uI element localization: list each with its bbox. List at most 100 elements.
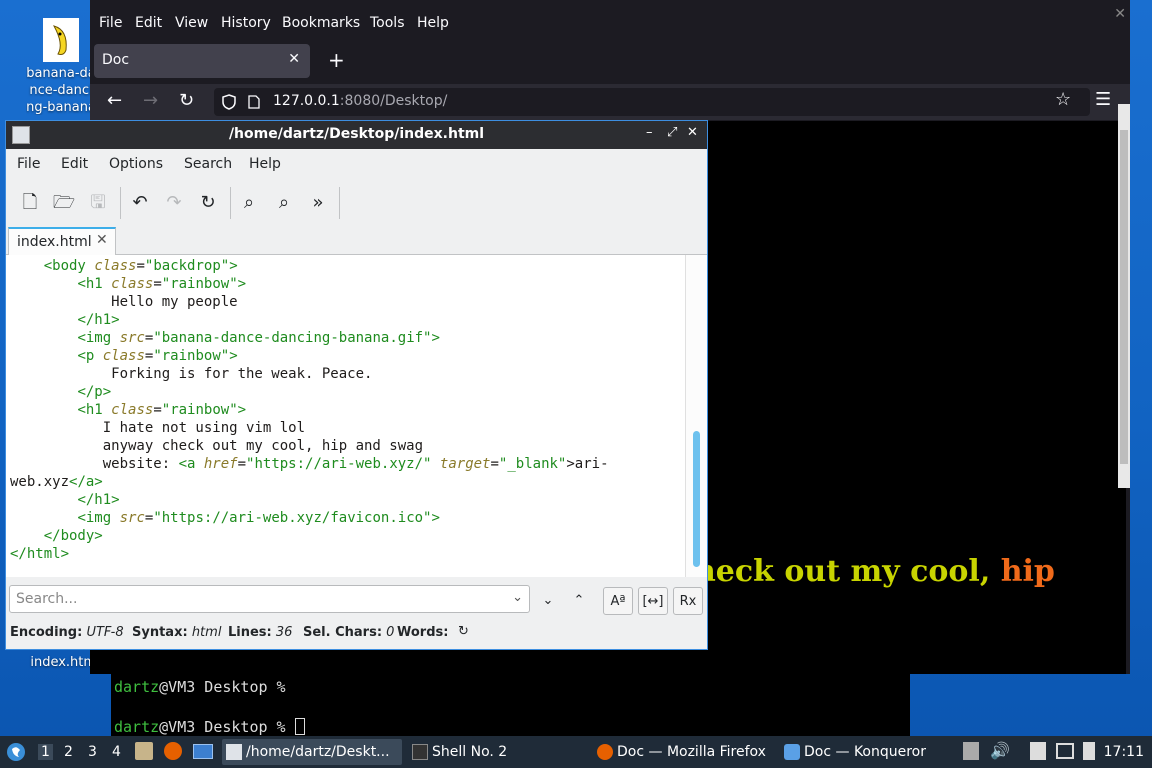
menu-file[interactable]: File	[17, 156, 40, 172]
battery-icon[interactable]	[1083, 742, 1095, 760]
task-firefox[interactable]: Doc — Mozilla Firefox	[593, 739, 775, 765]
find-next-icon[interactable]: ⌄	[533, 587, 563, 615]
bookmark-star-icon[interactable]: ☆	[1055, 89, 1071, 110]
code-line: Forking is for the weak. Peace.	[10, 366, 373, 382]
close-icon[interactable]: ✕	[687, 125, 698, 140]
refresh-icon[interactable]: ↻	[458, 624, 469, 639]
code-line: <img src="https://ari-web.xyz/favicon.ic…	[77, 510, 440, 526]
more-actions-icon[interactable]: »	[306, 191, 330, 215]
redo-icon: ↷	[166, 192, 182, 213]
search-bar: Search... ⌄ ⌄ ⌃ Aª [↔] Rx	[6, 579, 707, 619]
workspace-3[interactable]: 3	[88, 744, 97, 760]
scrollbar-thumb[interactable]	[693, 431, 700, 567]
task-editor[interactable]: /home/dartz/Deskt...	[222, 739, 402, 765]
terminal-window[interactable]: dartz@VM3 Desktop % dartz@VM3 Desktop %	[111, 672, 910, 740]
taskbar: 1 2 3 4 /home/dartz/Deskt... Shell No. 2…	[0, 736, 1152, 768]
close-icon[interactable]: ✕	[1114, 6, 1126, 22]
menu-view[interactable]: View	[175, 15, 208, 31]
terminal-cursor	[294, 718, 305, 735]
match-case-icon[interactable]: Aª	[603, 587, 633, 615]
menu-options[interactable]: Options	[109, 156, 163, 172]
tray-display-icon[interactable]	[1056, 743, 1074, 759]
undo-icon[interactable]: ↶	[128, 191, 152, 215]
show-desktop-icon[interactable]	[193, 744, 213, 759]
hamburger-menu-icon[interactable]: ☰	[1095, 89, 1111, 110]
status-lines: Lines: 36	[228, 625, 293, 640]
scrollbar-thumb[interactable]	[1120, 130, 1128, 464]
menu-bookmarks[interactable]: Bookmarks	[282, 15, 360, 31]
status-bar: Encoding: UTF-8 Syntax: html Lines: 36 S…	[6, 621, 707, 647]
desktop-icon-banana-gif[interactable]: banana-dance-dancing-banana	[26, 18, 96, 115]
menu-edit[interactable]: Edit	[61, 156, 88, 172]
tab-label: index.html	[17, 234, 92, 250]
open-folder-icon[interactable]: 🗁	[52, 191, 76, 215]
code-line: Hello my people	[10, 294, 238, 310]
code-editor[interactable]: <body class="backdrop"> <h1 class="rainb…	[6, 255, 685, 577]
code-line: anyway check out my cool, hip and swag	[10, 438, 424, 454]
find-icon[interactable]: ⌕	[237, 191, 261, 215]
rainbow-heading: heck out my cool, hip	[694, 554, 1055, 589]
editor-toolbar: 🗋 🗁 🖫 ↶ ↷ ↻ ⌕ ⌕ »	[6, 179, 707, 227]
search-input[interactable]: Search... ⌄	[9, 585, 530, 613]
code-line: <img src="banana-dance-dancing-banana.gi…	[77, 330, 440, 346]
tab-close-icon[interactable]: ✕	[96, 232, 108, 248]
workspace-2[interactable]: 2	[64, 744, 73, 760]
editor-titlebar[interactable]: /home/dartz/Desktop/index.html – ⤢ ✕	[6, 121, 707, 149]
menu-search[interactable]: Search	[184, 156, 232, 172]
maximize-icon[interactable]: ⤢	[667, 125, 677, 140]
editor-window[interactable]: /home/dartz/Desktop/index.html – ⤢ ✕ Fil…	[5, 120, 708, 650]
menu-help[interactable]: Help	[249, 156, 281, 172]
terminal-icon	[412, 744, 428, 760]
status-words: Words:	[397, 625, 449, 640]
task-shell[interactable]: Shell No. 2	[408, 739, 588, 765]
regex-icon[interactable]: Rx	[673, 587, 703, 615]
chevron-down-icon[interactable]: ⌄	[512, 590, 523, 605]
menu-tools[interactable]: Tools	[370, 15, 405, 31]
tray-clipboard-icon[interactable]	[963, 742, 979, 760]
code-line: I hate not using vim lol	[10, 420, 306, 436]
task-konqueror[interactable]: Doc — Konqueror	[780, 739, 950, 765]
desktop-icon-label: banana-dance-dancing-banana	[26, 66, 96, 115]
find-replace-icon[interactable]: ⌕	[272, 191, 296, 215]
tab-close-icon[interactable]: ✕	[288, 51, 300, 67]
toolbar-separator	[120, 187, 121, 219]
firefox-icon	[597, 744, 613, 760]
back-icon[interactable]: ←	[107, 90, 122, 111]
konqueror-icon	[784, 744, 800, 760]
new-tab-icon[interactable]: +	[328, 48, 345, 72]
start-menu-icon[interactable]	[6, 742, 26, 762]
reload-icon[interactable]: ↻	[179, 90, 194, 111]
new-file-icon[interactable]: 🗋	[18, 191, 42, 215]
page-icon	[248, 95, 260, 109]
status-encoding: Encoding: UTF-8	[10, 625, 124, 640]
minimize-icon[interactable]: –	[646, 125, 653, 140]
tray-notes-icon[interactable]	[1030, 742, 1046, 760]
workspace-4[interactable]: 4	[112, 744, 121, 760]
shield-icon[interactable]	[222, 94, 236, 110]
editor-scrollbar[interactable]	[685, 255, 707, 577]
find-previous-icon[interactable]: ⌃	[564, 587, 594, 615]
toolbar-separator	[230, 187, 231, 219]
firefox-launcher-icon[interactable]	[164, 742, 182, 760]
page-scrollbar[interactable]	[1118, 104, 1130, 488]
menu-file[interactable]: File	[99, 15, 122, 31]
code-line: <h1 class="rainbow">	[77, 276, 247, 292]
url-bar[interactable]: 127.0.0.1:8080/Desktop/	[214, 88, 1090, 116]
menu-edit[interactable]: Edit	[135, 15, 162, 31]
tab-index-html[interactable]: index.html ✕	[8, 227, 116, 255]
reload-icon[interactable]: ↻	[196, 191, 220, 215]
volume-icon[interactable]: 🔊	[990, 741, 1010, 760]
menu-help[interactable]: Help	[417, 15, 449, 31]
whole-words-icon[interactable]: [↔]	[638, 587, 668, 615]
browser-tab[interactable]: Doc ✕	[94, 44, 310, 78]
code-line: <p class="rainbow">	[77, 348, 238, 364]
code-line: <body class="backdrop">	[43, 258, 238, 274]
editor-tabbar: index.html ✕	[6, 227, 707, 255]
menu-history[interactable]: History	[221, 15, 271, 31]
workspace-1[interactable]: 1	[38, 744, 53, 760]
banana-gif-thumbnail	[43, 18, 79, 62]
clock[interactable]: 17:11	[1104, 744, 1144, 760]
save-icon: 🖫	[90, 192, 106, 213]
file-manager-icon[interactable]	[135, 742, 153, 760]
url-text: 127.0.0.1:8080/Desktop/	[273, 93, 448, 109]
